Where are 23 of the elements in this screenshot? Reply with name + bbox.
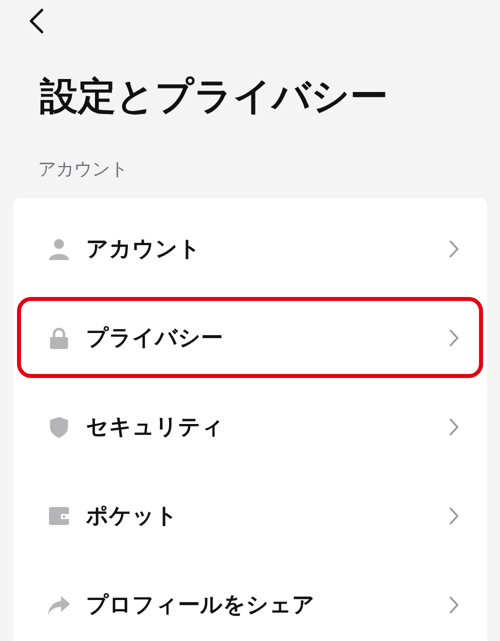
back-icon[interactable]: [28, 8, 44, 34]
section-label: アカウント: [38, 158, 129, 182]
settings-item[interactable]: ポケット: [17, 475, 483, 556]
item-label: ポケット: [86, 502, 179, 530]
settings-item[interactable]: セキュリティ: [17, 386, 483, 467]
chevron-right-icon: [449, 596, 459, 614]
chevron-right-icon: [449, 240, 459, 258]
item-label: プロフィールをシェア: [86, 592, 316, 620]
lock-icon: [48, 326, 70, 348]
chevron-right-icon: [449, 506, 459, 524]
wallet-icon: [48, 504, 70, 526]
item-label: セキュリティ: [86, 414, 225, 442]
page-title: 設定とプライバシー: [40, 73, 389, 120]
settings-item[interactable]: プライバシー: [17, 297, 483, 378]
settings-item[interactable]: アカウント: [17, 208, 483, 289]
share-arrow-icon: [48, 594, 70, 616]
settings-item[interactable]: プロフィールをシェア: [17, 564, 483, 641]
item-label: プライバシー: [86, 324, 224, 352]
chevron-right-icon: [449, 328, 459, 346]
person-icon: [48, 238, 70, 260]
chevron-right-icon: [449, 418, 459, 436]
shield-icon: [48, 416, 70, 438]
item-label: アカウント: [86, 236, 202, 264]
